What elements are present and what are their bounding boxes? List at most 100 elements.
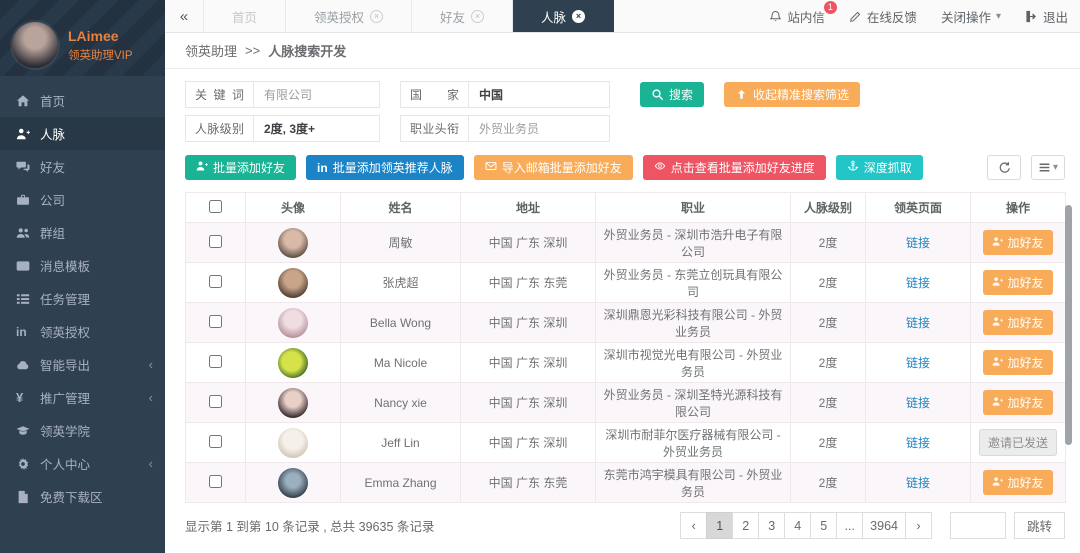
feedback-label: 在线反馈: [866, 10, 917, 25]
page-jump-input[interactable]: [949, 512, 1006, 539]
refresh-button[interactable]: [987, 155, 1021, 180]
row-checkbox[interactable]: [209, 394, 222, 408]
avatar-cell: [245, 262, 341, 303]
add-friend-button[interactable]: 加好友: [983, 270, 1053, 295]
row-checkbox[interactable]: [209, 434, 222, 448]
sidebar-item-personal-center[interactable]: 个人中心 ‹: [0, 447, 165, 480]
logout-button[interactable]: 退出: [1013, 0, 1080, 32]
sidebar-item-company[interactable]: 公司: [0, 183, 165, 216]
page-jump-button[interactable]: 跳转: [1013, 512, 1065, 539]
view-batch-progress-button[interactable]: 点击查看批量添加好友进度: [642, 155, 826, 180]
briefcase-icon: [16, 193, 30, 207]
chevron-left-icon: ‹: [148, 357, 153, 372]
row-checkbox[interactable]: [209, 354, 222, 368]
batch-add-friends-button[interactable]: 批量添加好友: [185, 155, 297, 180]
degree-input[interactable]: 2度, 3度+: [254, 116, 379, 141]
action-cell: 加好友: [970, 302, 1066, 343]
sidebar-item-connections[interactable]: 人脉: [0, 117, 165, 150]
country-field[interactable]: 国家 中国: [400, 81, 610, 108]
sidebar-item-label: 免费下载区: [40, 491, 103, 505]
linkedin-page-link[interactable]: 链接: [906, 396, 930, 410]
country-input[interactable]: 中国: [469, 82, 609, 107]
collapse-filter-button[interactable]: 收起精准搜索筛选: [724, 82, 861, 107]
column-header: 头像: [245, 192, 341, 223]
job-cell: 外贸业务员 - 深圳市浩升电子有限公司: [595, 222, 791, 263]
job-title-label: 职业头衔: [410, 122, 459, 136]
feedback-button[interactable]: 在线反馈: [837, 0, 929, 32]
pagination-page[interactable]: 5: [810, 512, 838, 539]
pagination-next[interactable]: ›: [904, 512, 932, 539]
close-ops-dropdown[interactable]: 关闭操作 ▾: [929, 0, 1013, 32]
tab-home[interactable]: 首页: [203, 0, 287, 32]
sidebar-item-promotion[interactable]: ¥ 推广管理 ‹: [0, 381, 165, 414]
cloud-icon: [16, 358, 30, 372]
checkbox-cell: [185, 262, 246, 303]
sidebar-item-academy[interactable]: 领英学院: [0, 414, 165, 447]
name-cell: Nancy xie: [340, 382, 461, 423]
top-tab-bar: « 首页 领英授权 × 好友 × 人脉 × 站内信 1 在线反馈 关闭操作 ▾ 退出: [165, 0, 1080, 33]
deep-scrape-button[interactable]: 深度抓取: [835, 155, 923, 180]
sidebar-item-linkedin-auth[interactable]: in 领英授权: [0, 315, 165, 348]
sidebar-item-friends[interactable]: 好友: [0, 150, 165, 183]
sidebar-item-task-management[interactable]: 任务管理: [0, 282, 165, 315]
pagination-prev[interactable]: ‹: [680, 512, 708, 539]
tab-linkedin-auth[interactable]: 领英授权 ×: [286, 0, 413, 32]
tab-label: 人脉: [541, 10, 567, 25]
pagination-page[interactable]: 3: [758, 512, 786, 539]
table-scrollbar[interactable]: [1065, 205, 1072, 445]
add-friend-button[interactable]: 加好友: [983, 470, 1053, 495]
sidebar-item-message-templates[interactable]: 消息模板: [0, 249, 165, 282]
import-email-batch-add-button[interactable]: 导入邮箱批量添加好友: [473, 155, 633, 180]
add-friend-label: 加好友: [1007, 316, 1044, 330]
tab-close-icon[interactable]: ×: [572, 9, 586, 23]
sidebar-item-home[interactable]: 首页: [0, 84, 165, 117]
row-checkbox[interactable]: [209, 474, 222, 488]
user-profile[interactable]: LAimee 领英助理VIP: [0, 0, 165, 76]
batch-add-linkedin-recommended-button[interactable]: in 批量添加领英推荐人脉: [306, 155, 464, 180]
sidebar-item-label: 好友: [40, 161, 66, 175]
add-friend-button[interactable]: 加好友: [983, 310, 1053, 335]
tab-close-icon[interactable]: ×: [370, 9, 384, 23]
job-cell: 东莞市鸿宇模具有限公司 - 外贸业务员: [595, 462, 791, 503]
job-title-input[interactable]: 外贸业务员: [469, 116, 609, 141]
row-avatar: [278, 267, 308, 298]
sidebar-item-free-downloads[interactable]: 免费下载区: [0, 480, 165, 513]
linkedin-page-link[interactable]: 链接: [906, 356, 930, 370]
pagination-page[interactable]: 4: [784, 512, 812, 539]
site-messages-button[interactable]: 站内信 1: [757, 0, 837, 32]
job-title-field[interactable]: 职业头衔 外贸业务员: [400, 115, 610, 142]
sidebar-item-smart-export[interactable]: 智能导出 ‹: [0, 348, 165, 381]
pagination-page[interactable]: 1: [706, 512, 734, 539]
keyword-field[interactable]: 关键词 有限公司: [185, 81, 380, 108]
linkedin-page-link[interactable]: 链接: [906, 316, 930, 330]
user-plus-icon: [992, 316, 1004, 330]
tab-friends[interactable]: 好友 ×: [412, 0, 514, 32]
linkedin-page-link[interactable]: 链接: [906, 276, 930, 290]
add-friend-button[interactable]: 加好友: [983, 230, 1053, 255]
page-title: 人脉搜索开发: [268, 44, 347, 59]
tab-label: 好友: [440, 10, 466, 25]
add-friend-button[interactable]: 加好友: [983, 390, 1053, 415]
sidebar-collapse-icon[interactable]: «: [165, 0, 203, 32]
search-icon: [651, 88, 664, 101]
pagination-page[interactable]: 3964: [862, 512, 906, 539]
keyword-input[interactable]: 有限公司: [254, 82, 379, 107]
add-friend-button[interactable]: 加好友: [983, 350, 1053, 375]
select-all-checkbox[interactable]: [209, 199, 222, 213]
linkedin-page-link[interactable]: 链接: [906, 436, 930, 450]
linkedin-page-link[interactable]: 链接: [906, 236, 930, 250]
pagination-page[interactable]: 2: [732, 512, 760, 539]
row-checkbox[interactable]: [209, 314, 222, 328]
breadcrumb-parent[interactable]: 领英助理: [185, 41, 237, 60]
search-button[interactable]: 搜索: [640, 82, 705, 107]
sidebar-item-groups[interactable]: 群组: [0, 216, 165, 249]
row-checkbox[interactable]: [209, 234, 222, 248]
degree-field[interactable]: 人脉级别 2度, 3度+: [185, 115, 380, 142]
columns-dropdown-button[interactable]: ▾: [1031, 155, 1065, 180]
tab-connections[interactable]: 人脉 ×: [513, 0, 615, 32]
linkedin-page-link[interactable]: 链接: [906, 476, 930, 490]
linkedin-page-cell: 链接: [865, 462, 971, 503]
job-cell: 外贸业务员 - 深圳圣特光源科技有限公司: [595, 382, 791, 423]
tab-close-icon[interactable]: ×: [471, 9, 485, 23]
row-checkbox[interactable]: [209, 274, 222, 288]
